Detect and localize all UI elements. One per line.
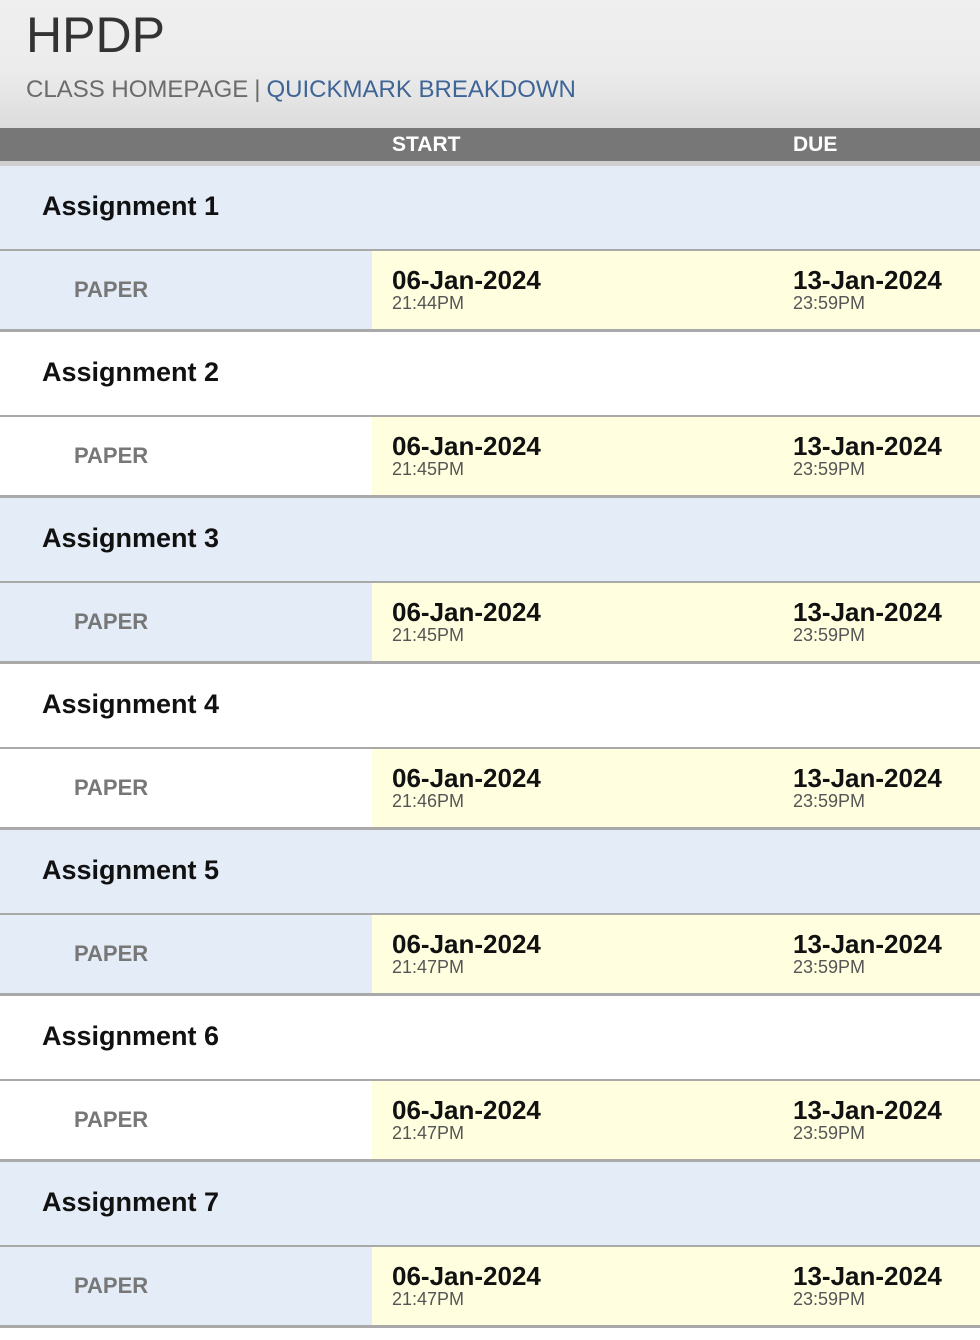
assignment-part-row: PAPER 06-Jan-2024 21:44PM 13-Jan-2024 23… [0,251,980,332]
start-time: 21:47PM [392,1289,465,1309]
assignment-title[interactable]: Assignment 1 [42,191,219,222]
assignment-title-row: Assignment 3 [0,498,980,583]
class-homepage-link[interactable]: CLASS HOMEPAGE [26,76,248,103]
assignment-part-row: PAPER 06-Jan-2024 21:45PM 13-Jan-2024 23… [0,583,980,664]
start-date-block: 06-Jan-2024 21:45PM [392,598,541,644]
due-date-block: 13-Jan-2024 23:59PM [793,598,942,644]
part-label: PAPER [74,443,149,468]
start-time: 21:47PM [392,957,465,977]
assignment-row: Assignment 3 PAPER 06-Jan-2024 21:45PM 1… [0,498,980,664]
dates-cell: 06-Jan-2024 21:47PM 13-Jan-2024 23:59PM [372,915,980,993]
dates-cell: 06-Jan-2024 21:45PM 13-Jan-2024 23:59PM [372,417,980,495]
due-time: 23:59PM [793,791,866,811]
assignment-part-row: PAPER 06-Jan-2024 21:47PM 13-Jan-2024 23… [0,1247,980,1328]
start-date-block: 06-Jan-2024 21:44PM [392,266,541,312]
due-date-block: 13-Jan-2024 23:59PM [793,930,942,976]
assignment-row: Assignment 2 PAPER 06-Jan-2024 21:45PM 1… [0,332,980,498]
part-label: PAPER [74,609,149,634]
assignment-title[interactable]: Assignment 4 [42,689,219,720]
start-date-block: 06-Jan-2024 21:47PM [392,930,541,976]
start-time: 21:44PM [392,293,465,313]
assignment-title-row: Assignment 7 [0,1162,980,1247]
assignment-part-row: PAPER 06-Jan-2024 21:47PM 13-Jan-2024 23… [0,915,980,996]
due-date: 13-Jan-2024 [793,1261,942,1291]
assignment-list: Assignment 1 PAPER 06-Jan-2024 21:44PM 1… [0,166,980,1328]
dates-cell: 06-Jan-2024 21:47PM 13-Jan-2024 23:59PM [372,1247,980,1325]
assignment-row: Assignment 1 PAPER 06-Jan-2024 21:44PM 1… [0,166,980,332]
due-date-block: 13-Jan-2024 23:59PM [793,764,942,810]
due-time: 23:59PM [793,1289,866,1309]
breadcrumb-separator: | [254,76,261,103]
assignment-title[interactable]: Assignment 2 [42,357,219,388]
start-time: 21:45PM [392,459,465,479]
assignment-title[interactable]: Assignment 3 [42,523,219,554]
due-time: 23:59PM [793,1123,866,1143]
start-time: 21:47PM [392,1123,465,1143]
start-date: 06-Jan-2024 [392,431,541,461]
assignment-part-row: PAPER 06-Jan-2024 21:46PM 13-Jan-2024 23… [0,749,980,830]
assignment-part-row: PAPER 06-Jan-2024 21:45PM 13-Jan-2024 23… [0,417,980,498]
page-header: HPDP CLASS HOMEPAGE | QUICKMARK BREAKDOWN [0,0,980,128]
due-date: 13-Jan-2024 [793,431,942,461]
part-label: PAPER [74,941,149,966]
part-label: PAPER [74,775,149,800]
start-date: 06-Jan-2024 [392,597,541,627]
due-time: 23:59PM [793,293,866,313]
due-time: 23:59PM [793,625,866,645]
start-time: 21:45PM [392,625,465,645]
due-date: 13-Jan-2024 [793,763,942,793]
assignment-row: Assignment 6 PAPER 06-Jan-2024 21:47PM 1… [0,996,980,1162]
assignment-title-row: Assignment 5 [0,830,980,915]
assignment-row: Assignment 5 PAPER 06-Jan-2024 21:47PM 1… [0,830,980,996]
part-label: PAPER [74,1107,149,1132]
due-date: 13-Jan-2024 [793,929,942,959]
start-date-block: 06-Jan-2024 21:46PM [392,764,541,810]
due-column-header: DUE [793,133,838,156]
assignment-title-row: Assignment 1 [0,166,980,251]
dates-cell: 06-Jan-2024 21:45PM 13-Jan-2024 23:59PM [372,583,980,661]
breadcrumb: CLASS HOMEPAGE | QUICKMARK BREAKDOWN [26,76,576,104]
start-date-block: 06-Jan-2024 21:45PM [392,432,541,478]
start-date: 06-Jan-2024 [392,929,541,959]
start-column-header: START [392,133,461,156]
assignment-title[interactable]: Assignment 6 [42,1021,219,1052]
start-date-block: 06-Jan-2024 21:47PM [392,1262,541,1308]
start-date: 06-Jan-2024 [392,1261,541,1291]
assignment-title-row: Assignment 6 [0,996,980,1081]
start-date-block: 06-Jan-2024 21:47PM [392,1096,541,1142]
due-date: 13-Jan-2024 [793,265,942,295]
start-date: 06-Jan-2024 [392,763,541,793]
assignment-title-row: Assignment 4 [0,664,980,749]
due-date-block: 13-Jan-2024 23:59PM [793,1262,942,1308]
dates-cell: 06-Jan-2024 21:47PM 13-Jan-2024 23:59PM [372,1081,980,1159]
assignment-row: Assignment 4 PAPER 06-Jan-2024 21:46PM 1… [0,664,980,830]
assignment-row: Assignment 7 PAPER 06-Jan-2024 21:47PM 1… [0,1162,980,1328]
quickmark-breakdown-link[interactable]: QUICKMARK BREAKDOWN [267,76,576,103]
dates-cell: 06-Jan-2024 21:46PM 13-Jan-2024 23:59PM [372,749,980,827]
start-date: 06-Jan-2024 [392,1095,541,1125]
due-time: 23:59PM [793,957,866,977]
part-label: PAPER [74,277,149,302]
assignment-part-row: PAPER 06-Jan-2024 21:47PM 13-Jan-2024 23… [0,1081,980,1162]
due-time: 23:59PM [793,459,866,479]
due-date-block: 13-Jan-2024 23:59PM [793,1096,942,1142]
due-date-block: 13-Jan-2024 23:59PM [793,266,942,312]
part-label: PAPER [74,1273,149,1298]
assignment-title[interactable]: Assignment 5 [42,855,219,886]
class-title: HPDP [26,7,165,63]
column-header-row: START DUE [0,128,980,166]
assignment-title-row: Assignment 2 [0,332,980,417]
due-date-block: 13-Jan-2024 23:59PM [793,432,942,478]
due-date: 13-Jan-2024 [793,1095,942,1125]
start-time: 21:46PM [392,791,465,811]
due-date: 13-Jan-2024 [793,597,942,627]
start-date: 06-Jan-2024 [392,265,541,295]
assignment-title[interactable]: Assignment 7 [42,1187,219,1218]
dates-cell: 06-Jan-2024 21:44PM 13-Jan-2024 23:59PM [372,251,980,329]
